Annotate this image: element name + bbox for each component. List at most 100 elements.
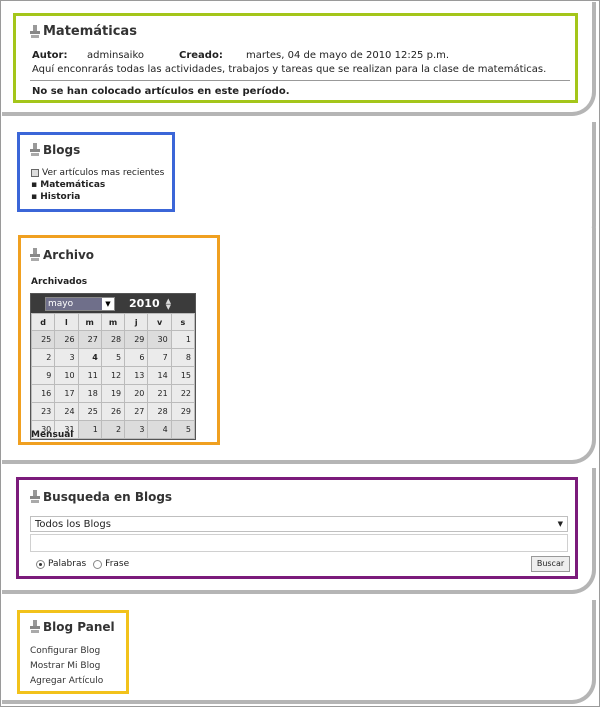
- calendar-day[interactable]: 20: [124, 384, 149, 403]
- weekday-label: l: [54, 313, 79, 331]
- year-value: 2010: [129, 297, 160, 310]
- blogs-header: Blogs: [30, 143, 80, 157]
- agregar-articulo-link[interactable]: Agregar Artículo: [30, 676, 103, 686]
- weekday-label: m: [100, 313, 126, 331]
- creado-value: martes, 04 de mayo de 2010 12:25 p.m.: [246, 50, 450, 61]
- weekday-label: d: [30, 313, 56, 331]
- calendar-day[interactable]: 3: [54, 348, 79, 367]
- weekday-label: s: [170, 313, 196, 331]
- blogs-title: Blogs: [43, 143, 81, 157]
- archivados-label: Archivados: [31, 277, 88, 287]
- calendar-day[interactable]: 26: [54, 330, 79, 349]
- week-row: 23 24 25 26 27 28 29: [30, 402, 196, 421]
- calendar-day[interactable]: 13: [124, 366, 149, 385]
- calendar-day[interactable]: 2: [30, 348, 56, 367]
- weekday-label: m: [77, 313, 102, 331]
- calendar-day[interactable]: 21: [147, 384, 172, 403]
- calendar-day[interactable]: 4: [147, 420, 172, 439]
- calendar-day[interactable]: 14: [147, 366, 172, 385]
- month-select[interactable]: mayo ▼: [45, 296, 115, 311]
- autor-value: adminsaiko: [87, 50, 145, 61]
- radio-group: Palabras Frase: [36, 559, 129, 569]
- calendar-day[interactable]: 26: [100, 402, 126, 421]
- calendar-day[interactable]: 29: [170, 402, 196, 421]
- month-value: mayo: [46, 297, 102, 310]
- chevron-down-icon: ▼: [105, 299, 111, 308]
- calendar-day[interactable]: 8: [170, 348, 196, 367]
- calendar-day[interactable]: 27: [77, 330, 102, 349]
- calendar-day[interactable]: 28: [100, 330, 126, 349]
- archivo-header: Archivo: [30, 248, 94, 262]
- radio-palabras[interactable]: [36, 559, 45, 569]
- recent-articles-link[interactable]: Ver artículos mas recientes: [31, 168, 164, 178]
- calendar-day[interactable]: 5: [100, 348, 126, 367]
- calendar-day[interactable]: 19: [100, 384, 126, 403]
- blog-icon: [30, 24, 40, 39]
- rss-icon: [31, 169, 39, 177]
- calendar-day[interactable]: 5: [170, 420, 196, 439]
- calendar-day[interactable]: 7: [147, 348, 172, 367]
- arrow-down-icon: ▼: [165, 302, 172, 311]
- calendar-day[interactable]: 23: [30, 402, 56, 421]
- weekday-label: v: [147, 313, 172, 331]
- calendar-day[interactable]: 27: [124, 402, 149, 421]
- weekday-row: d l m m j v s: [30, 313, 196, 331]
- calendar-day[interactable]: 1: [77, 420, 102, 439]
- blog-icon: [30, 490, 40, 504]
- calendar-day[interactable]: 10: [54, 366, 79, 385]
- calendar-day[interactable]: 12: [100, 366, 126, 385]
- blog-item-label: Matemáticas: [40, 180, 106, 190]
- blog-item-label: Historia: [40, 192, 81, 202]
- configurar-blog-link[interactable]: Configurar Blog: [30, 646, 100, 656]
- calendar-day[interactable]: 30: [147, 330, 172, 349]
- calendar-day[interactable]: 24: [54, 402, 79, 421]
- buscar-button[interactable]: Buscar: [531, 556, 570, 572]
- mostrar-blog-link[interactable]: Mostrar Mi Blog: [30, 661, 100, 671]
- week-row: 9 10 11 12 13 14 15: [30, 366, 196, 385]
- autor-label: Autor:: [32, 50, 68, 61]
- search-input[interactable]: [30, 534, 568, 552]
- blog-select[interactable]: Todos los Blogs ▼: [30, 516, 568, 532]
- year-spinner[interactable]: ▲ ▼: [165, 297, 172, 311]
- panel-header: Blog Panel: [30, 620, 115, 634]
- radio-frase-label: Frase: [105, 559, 130, 569]
- no-articles-text: No se han colocado artículos en este per…: [32, 86, 290, 97]
- recent-articles-label: Ver artículos mas recientes: [42, 168, 165, 178]
- matematicas-description: Aquí enconrarás todas las actividades, t…: [32, 64, 547, 75]
- week-row: 25 26 27 28 29 30 1: [30, 330, 196, 349]
- calendar-day[interactable]: 6: [124, 348, 149, 367]
- matematicas-title: Matemáticas: [43, 24, 137, 39]
- blog-icon: [30, 620, 40, 634]
- calendar-day[interactable]: 1: [170, 330, 196, 349]
- mensual-link[interactable]: Mensual: [31, 430, 73, 440]
- calendar-day[interactable]: 16: [30, 384, 56, 403]
- radio-frase[interactable]: [93, 559, 103, 569]
- calendar-day[interactable]: 25: [77, 402, 102, 421]
- archivo-title: Archivo: [43, 248, 95, 262]
- calendar-day[interactable]: 11: [77, 366, 102, 385]
- calendar-day[interactable]: 29: [124, 330, 149, 349]
- calendar-day-today[interactable]: 4: [77, 348, 102, 367]
- chevron-down-icon: ▼: [557, 520, 563, 528]
- calendar-header: mayo ▼ 2010 ▲ ▼: [31, 294, 195, 313]
- blog-icon: [30, 143, 40, 157]
- calendar-day[interactable]: 28: [147, 402, 172, 421]
- matematicas-header: Matemáticas: [30, 24, 137, 39]
- calendar-day[interactable]: 15: [170, 366, 196, 385]
- calendar-day[interactable]: 22: [170, 384, 196, 403]
- calendar-day[interactable]: 9: [30, 366, 56, 385]
- blog-item-historia[interactable]: ▪ Historia: [31, 192, 80, 202]
- divider: [30, 80, 570, 81]
- calendar-day[interactable]: 2: [100, 420, 126, 439]
- calendar-day[interactable]: 18: [77, 384, 102, 403]
- calendar-day[interactable]: 17: [54, 384, 79, 403]
- bullet-icon: ▪: [31, 192, 41, 202]
- weekday-label: j: [124, 313, 149, 331]
- calendar: mayo ▼ 2010 ▲ ▼ d l m m j v s 25 26 27 2…: [30, 293, 196, 440]
- panel-title: Blog Panel: [43, 620, 115, 634]
- calendar-day[interactable]: 25: [30, 330, 56, 349]
- calendar-day[interactable]: 3: [124, 420, 149, 439]
- blog-select-value: Todos los Blogs: [35, 518, 111, 530]
- blog-icon: [30, 248, 40, 262]
- blog-item-matematicas[interactable]: ▪ Matemáticas: [31, 180, 105, 190]
